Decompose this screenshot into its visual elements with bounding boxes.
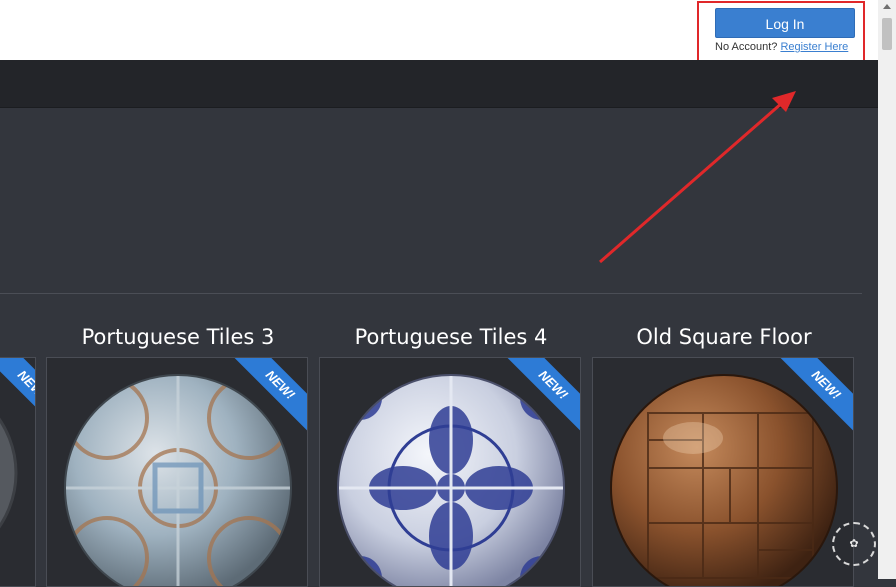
- material-card-old-square-floor[interactable]: NEW!: [592, 357, 854, 587]
- material-card-portuguese-tiles-4[interactable]: NEW!: [319, 357, 581, 587]
- material-card-partial[interactable]: NEW!: [0, 357, 36, 587]
- material-card-portuguese-tiles-3[interactable]: NEW!: [46, 357, 308, 587]
- scroll-up-arrow-icon[interactable]: [883, 4, 891, 9]
- scrollbar-thumb[interactable]: [882, 18, 892, 50]
- material-title-portuguese-tiles-3[interactable]: Portuguese Tiles 3: [47, 325, 309, 349]
- section-divider: [0, 293, 862, 294]
- login-button[interactable]: Log In: [715, 8, 855, 38]
- material-title-old-square-floor[interactable]: Old Square Floor: [593, 325, 855, 349]
- watermark-logo: ✿: [832, 522, 876, 566]
- register-link[interactable]: Register Here: [780, 41, 848, 53]
- navigation-bar: [0, 60, 878, 108]
- material-title-portuguese-tiles-4[interactable]: Portuguese Tiles 4: [320, 325, 582, 349]
- hero-banner: [0, 108, 878, 294]
- page-scrollbar[interactable]: [878, 0, 896, 579]
- no-account-text: No Account?: [715, 41, 778, 53]
- top-header-bar: Log In No Account? Register Here: [0, 0, 878, 60]
- register-prompt: No Account? Register Here: [715, 41, 848, 53]
